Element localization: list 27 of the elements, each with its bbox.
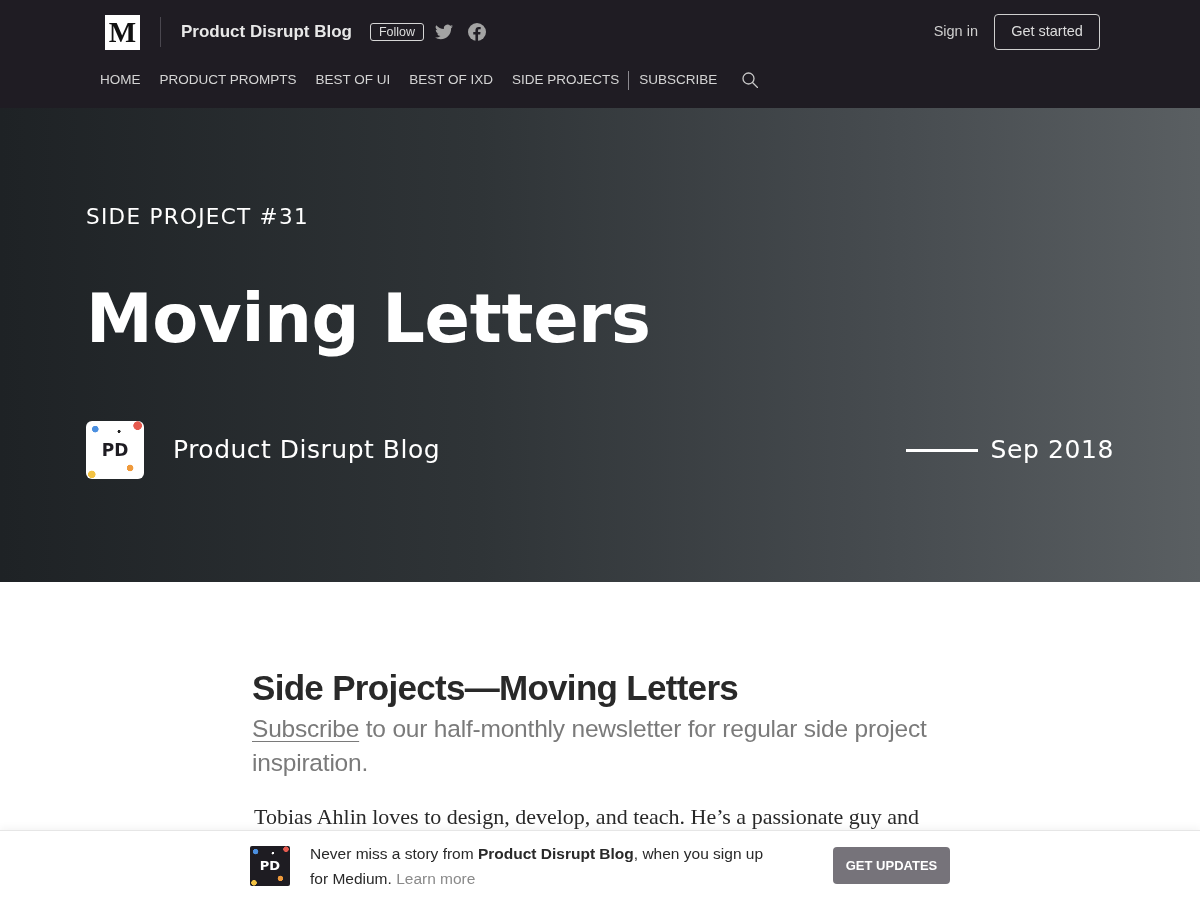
subscribe-link[interactable]: Subscribe [252, 715, 360, 742]
author-name: Product Disrupt Blog [173, 434, 441, 467]
publication-logo[interactable]: PD [250, 845, 290, 886]
publication-name[interactable]: Product Disrupt Blog [181, 19, 352, 45]
follow-button[interactable]: Follow [369, 23, 425, 41]
sign-in-link[interactable]: Sign in [933, 21, 978, 43]
nav-link[interactable]: HOME [100, 69, 141, 91]
nav-link[interactable]: BEST OF IXD [409, 69, 494, 91]
signup-message: Never miss a story from Product Disrupt Blog, when you sign up for Medium. Learn more [310, 843, 765, 889]
post-kicker: SIDE PROJECT #31 [86, 203, 310, 231]
bird-icon[interactable] [435, 23, 454, 41]
article-title: Side Projects—Moving Letters [252, 668, 740, 708]
get-started-button[interactable]: Get started [994, 14, 1100, 50]
get-updates-button[interactable]: GET UPDATES [833, 847, 950, 884]
post-title: Moving Letters [86, 279, 652, 359]
nav-link[interactable]: PRODUCT PROMPTS [159, 69, 297, 91]
facebook-icon[interactable] [468, 23, 487, 41]
medium-logo[interactable]: M [105, 14, 140, 50]
article-subtitle: Subscribe to our half-monthly newsletter for regular side project inspiration. [252, 714, 928, 778]
article-paragraph: Tobias Ahlin loves to design, develop, and teach. He’s a passionate guy and [254, 804, 921, 829]
post-date: Sep 2018 [990, 434, 1114, 467]
learn-more-link[interactable]: Learn more [396, 869, 476, 887]
nav-link[interactable]: BEST OF UI [315, 69, 391, 91]
nav-link[interactable]: SUBSCRIBE [639, 69, 718, 91]
nav-link[interactable]: SIDE PROJECTS [512, 69, 620, 91]
search-icon[interactable] [742, 72, 759, 88]
publication-logo[interactable]: PD [86, 421, 144, 479]
